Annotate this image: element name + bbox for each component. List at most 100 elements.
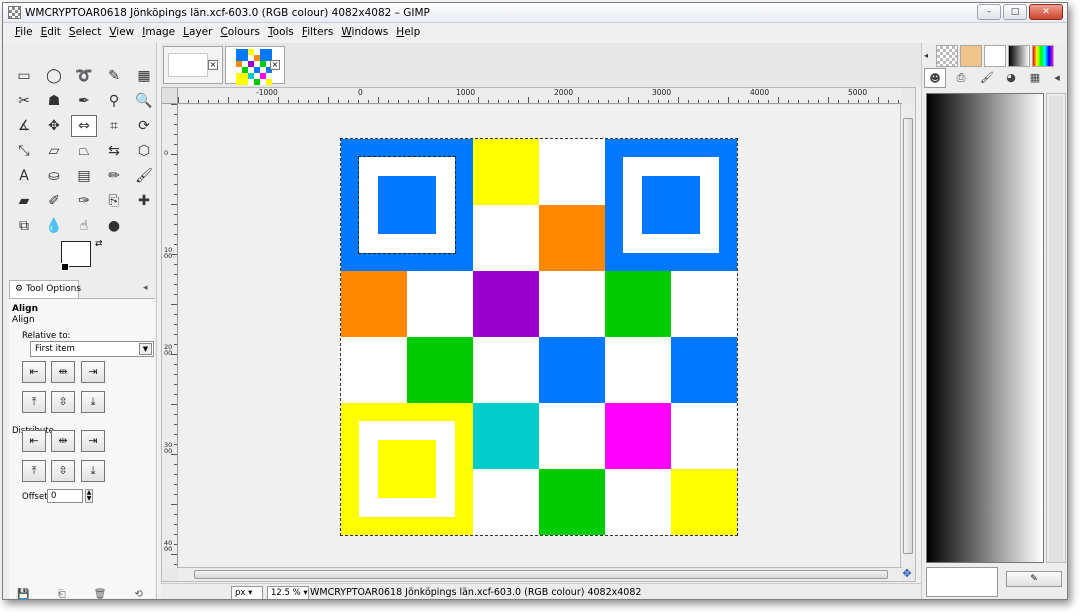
brush-icon[interactable]: 🖌 (976, 68, 998, 88)
unit-select[interactable]: px ▾ (231, 586, 263, 599)
bucket-fill-tool-icon[interactable]: ⛀ (41, 165, 67, 187)
distribute-center-button[interactable]: ⇹ (51, 430, 75, 452)
perspective-clone-tool-icon[interactable]: ⧉ (11, 215, 37, 237)
rect-select-tool-icon[interactable]: ▭ (11, 65, 37, 87)
flip-tool-icon[interactable]: ⇆ (101, 140, 127, 162)
swap-colors-icon[interactable]: ⇄ (95, 239, 103, 249)
align-left-edge-button[interactable]: ⇤ (22, 361, 46, 383)
distribute-bottom-button[interactable]: ⤓ (81, 460, 105, 482)
gradient-preview[interactable] (926, 93, 1044, 563)
airbrush-tool-icon[interactable]: ✐ (41, 190, 67, 212)
relative-to-select[interactable]: First item ▼ (30, 341, 154, 357)
close-tab-icon[interactable]: × (208, 60, 218, 70)
menu-filters[interactable]: Filters (298, 24, 337, 42)
palette-icon[interactable]: ▦ (1024, 68, 1046, 88)
menu-image[interactable]: Image (138, 24, 179, 42)
heal-tool-icon[interactable]: ✚ (131, 190, 157, 212)
distribute-right-button[interactable]: ⇥ (81, 430, 105, 452)
gradient-list-scrollbar[interactable] (1046, 93, 1066, 563)
move-tool-icon[interactable]: ✥ (41, 115, 67, 137)
menu-tools[interactable]: Tools (264, 24, 298, 42)
gradient-name-field[interactable] (926, 567, 998, 597)
ink-tool-icon[interactable]: ✑ (71, 190, 97, 212)
text-tool-icon[interactable]: A (11, 165, 37, 187)
offset-input[interactable]: 0 (47, 489, 83, 503)
ellipse-select-tool-icon[interactable]: ◯ (41, 65, 67, 87)
paths-tool-icon[interactable]: ✒ (71, 90, 97, 112)
patterns-tab[interactable] (936, 45, 958, 67)
tab-menu-icon[interactable]: ◂ (924, 51, 928, 60)
distribute-middle-button[interactable]: ⇳ (51, 460, 75, 482)
delete-options-icon[interactable]: 🗑 (94, 589, 107, 599)
rotate-tool-icon[interactable]: ⟳ (131, 115, 157, 137)
vertical-ruler[interactable]: 0 1000 2000 3000 4000 (162, 104, 178, 568)
close-tab-icon[interactable]: × (270, 60, 280, 70)
menu-view[interactable]: View (105, 24, 138, 42)
close-button[interactable]: ✕ (1029, 4, 1063, 20)
perspective-tool-icon[interactable]: ⏢ (71, 140, 97, 162)
scale-tool-icon[interactable]: ⤡ (11, 140, 37, 162)
image-tab-1[interactable]: × (163, 46, 223, 84)
pencil-tool-icon[interactable]: ✏ (101, 165, 127, 187)
horizontal-ruler[interactable]: -1000 0 1000 2000 3000 4000 5000 (178, 88, 902, 104)
palettes-tab[interactable] (1032, 45, 1054, 67)
distribute-top-button[interactable]: ⤒ (22, 460, 46, 482)
select-by-color-tool-icon[interactable]: ▦ (131, 65, 157, 87)
scissors-tool-icon[interactable]: ✂ (11, 90, 37, 112)
scroll-thumb[interactable] (194, 570, 888, 579)
paths-tab[interactable] (984, 45, 1006, 67)
eraser-tool-icon[interactable]: ▰ (11, 190, 37, 212)
tool-options-tab[interactable]: ⚙ Tool Options (9, 280, 81, 299)
maximize-button[interactable]: □ (1003, 4, 1027, 20)
smudge-tool-icon[interactable]: ☝ (71, 215, 97, 237)
brushes-tab[interactable] (960, 45, 982, 67)
paintbrush-tool-icon[interactable]: 🖌 (131, 165, 157, 187)
zoom-select[interactable]: 12.5 % ▾ (267, 586, 309, 599)
gradients-tab[interactable] (1008, 45, 1030, 67)
measure-tool-icon[interactable]: ∡ (11, 115, 37, 137)
image-tab-2[interactable]: × (225, 46, 285, 85)
reset-options-icon[interactable]: ⟲ (135, 589, 143, 599)
menu-windows[interactable]: Windows (337, 24, 392, 42)
align-tool-icon[interactable]: ⇔ (71, 115, 97, 137)
align-center-horizontal-button[interactable]: ⇹ (51, 361, 75, 383)
default-colors-icon[interactable] (61, 263, 69, 271)
horizontal-scrollbar[interactable] (178, 567, 902, 581)
menu-layer[interactable]: Layer (179, 24, 216, 42)
foreground-select-tool-icon[interactable]: ☗ (41, 90, 67, 112)
free-select-tool-icon[interactable]: ➰ (71, 65, 97, 87)
menu-colours[interactable]: Colours (216, 24, 264, 42)
align-right-edge-button[interactable]: ⇥ (81, 361, 105, 383)
edit-gradient-button[interactable]: ✎ (1006, 571, 1062, 587)
clone-tool-icon[interactable]: ⎘ (101, 190, 127, 212)
vertical-scrollbar[interactable] (900, 104, 915, 568)
align-top-edge-button[interactable]: ⤒ (22, 391, 46, 413)
minimize-button[interactable]: – (977, 4, 1001, 20)
blur-tool-icon[interactable]: 💧 (41, 215, 67, 237)
scroll-thumb[interactable] (1049, 96, 1063, 562)
gimp-logo-icon[interactable]: ☻ (924, 68, 946, 88)
offset-spin-button[interactable]: ▲ ▼ (85, 489, 93, 503)
image-layer[interactable] (340, 138, 738, 536)
scroll-thumb[interactable] (903, 118, 913, 554)
ruler-corner[interactable] (162, 88, 178, 104)
cage-tool-icon[interactable]: ⬡ (131, 140, 157, 162)
printer-icon[interactable]: ⎙ (950, 68, 972, 88)
tab-menu-icon[interactable]: ◂ (1046, 68, 1067, 88)
color-picker-tool-icon[interactable]: ⚲ (101, 90, 127, 112)
menu-file[interactable]: File (11, 24, 37, 42)
zoom-tool-icon[interactable]: 🔍 (131, 90, 157, 112)
menu-help[interactable]: Help (392, 24, 424, 42)
blend-tool-icon[interactable]: ▤ (71, 165, 97, 187)
color-wheel-icon[interactable]: ◕ (1000, 68, 1022, 88)
dodge-burn-tool-icon[interactable]: ● (101, 215, 127, 237)
menu-select[interactable]: Select (65, 24, 105, 42)
distribute-left-button[interactable]: ⇤ (22, 430, 46, 452)
crop-tool-icon[interactable]: ⌗ (101, 115, 127, 137)
fuzzy-select-tool-icon[interactable]: ✎ (101, 65, 127, 87)
fg-bg-colors[interactable]: ⇄ (61, 239, 109, 279)
restore-options-icon[interactable]: ⎗ (58, 589, 66, 599)
tab-menu-icon[interactable]: ◂ (143, 283, 148, 293)
navigate-icon[interactable]: ✥ (900, 567, 914, 581)
shear-tool-icon[interactable]: ▱ (41, 140, 67, 162)
